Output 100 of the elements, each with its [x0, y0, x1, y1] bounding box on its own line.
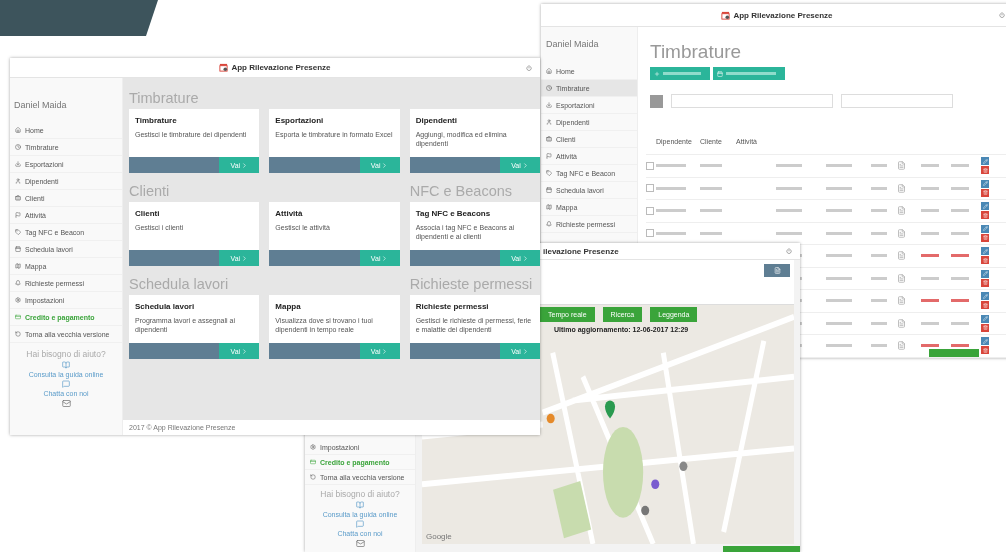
window-title: App Rilevazione Presenze: [219, 63, 331, 72]
calendar-icon: [717, 70, 723, 77]
user-icon: [546, 119, 552, 125]
card-title: Timbrature: [135, 116, 178, 125]
card-title: Tag NFC e Beacons: [415, 209, 492, 218]
chevron-icon: [521, 254, 529, 262]
chevron-icon: [381, 254, 389, 262]
edit-button[interactable]: [981, 269, 989, 278]
bell-icon: [546, 221, 552, 227]
card-title: Richieste permessi: [415, 302, 490, 311]
map-icon: [546, 204, 552, 210]
window-title: ilevazione Presenze: [543, 246, 619, 256]
section-title: Clienti: [129, 182, 171, 201]
page-title: Timbrature: [650, 41, 743, 63]
download-icon: [546, 102, 552, 108]
edit-button[interactable]: [981, 247, 989, 256]
card-icon: [15, 314, 21, 320]
checkbox[interactable]: [646, 184, 654, 193]
card-title: Clienti: [135, 209, 161, 218]
flag-icon: [15, 212, 21, 218]
document-icon: [897, 228, 906, 238]
document-icon: [897, 341, 906, 351]
edit-button[interactable]: [981, 314, 989, 323]
document-icon: [897, 296, 906, 306]
calendar-icon: [15, 246, 21, 252]
delete-button[interactable]: [981, 188, 989, 197]
chevron-icon: [241, 161, 249, 169]
book-icon: [62, 361, 70, 369]
home-icon: [546, 68, 552, 74]
section-title: NFC e Beacons: [409, 182, 513, 201]
user-name: Daniel Maida: [546, 39, 600, 49]
clock-icon: [546, 85, 552, 91]
note-button[interactable]: [764, 264, 790, 277]
plus-icon: [654, 70, 660, 77]
tag-icon: [15, 229, 21, 235]
select-field[interactable]: [671, 94, 833, 108]
select-field[interactable]: [841, 94, 953, 108]
undo-icon: [15, 331, 21, 337]
delete-button[interactable]: [981, 346, 989, 355]
edit-button[interactable]: [981, 224, 989, 233]
edit-button[interactable]: [981, 202, 989, 211]
card-title: Esportazioni: [275, 116, 325, 125]
delete-button[interactable]: [981, 301, 989, 310]
card-icon: [310, 459, 316, 465]
help-title: Hai bisogno di aiuto?: [26, 349, 106, 359]
settings-icon: [310, 444, 316, 450]
edit-button[interactable]: [981, 292, 989, 301]
document-icon: [897, 183, 906, 193]
delete-button[interactable]: [981, 233, 989, 242]
document-icon: [897, 273, 906, 283]
chevron-icon: [521, 347, 529, 355]
section-title: Richieste permessi: [409, 275, 534, 294]
delete-button[interactable]: [981, 278, 989, 287]
checkbox[interactable]: [646, 229, 654, 238]
help-title: Hai bisogno di aiuto?: [320, 489, 400, 499]
card-title: Mappa: [275, 302, 302, 311]
undo-icon: [310, 474, 316, 480]
download-icon: [15, 161, 21, 167]
checkbox[interactable]: [646, 206, 654, 215]
card-title: Schedula lavori: [135, 302, 196, 311]
delete-button[interactable]: [981, 166, 989, 175]
briefcase-icon: [546, 136, 552, 142]
home-icon: [15, 127, 21, 133]
chevron-icon: [381, 347, 389, 355]
user-name: Daniel Maida: [14, 100, 68, 110]
map-credit: Google: [426, 532, 452, 541]
edit-button[interactable]: [981, 157, 989, 166]
document-icon: [897, 206, 906, 216]
chevron-icon: [381, 161, 389, 169]
flag-icon: [546, 153, 552, 159]
settings-icon: [15, 297, 21, 303]
chat-icon: [356, 520, 364, 528]
logo-icon: [721, 10, 731, 20]
delete-button[interactable]: [981, 211, 989, 220]
mail-icon: [355, 539, 365, 548]
book-icon: [356, 501, 364, 509]
chat-icon: [62, 380, 70, 388]
bell-icon: [15, 280, 21, 286]
calendar-icon: [546, 187, 552, 193]
delete-button[interactable]: [981, 256, 989, 265]
chevron-icon: [241, 347, 249, 355]
chevron-icon: [241, 254, 249, 262]
checkbox[interactable]: [646, 161, 654, 170]
clock-icon: [15, 144, 21, 150]
document-icon: [897, 161, 906, 171]
user-icon: [15, 178, 21, 184]
card-title: Attività: [275, 209, 304, 218]
edit-button[interactable]: [981, 179, 989, 188]
delete-button[interactable]: [981, 323, 989, 332]
document-icon: [897, 251, 906, 261]
section-title: Timbrature: [129, 89, 200, 108]
chevron-icon: [521, 161, 529, 169]
section-title: Schedula lavori: [129, 275, 230, 294]
logo-icon: [219, 63, 229, 72]
briefcase-icon: [15, 195, 21, 201]
tag-icon: [546, 170, 552, 176]
map-icon: [15, 263, 21, 269]
note-icon: [773, 267, 781, 274]
edit-button[interactable]: [981, 337, 989, 346]
mail-icon: [61, 399, 71, 408]
